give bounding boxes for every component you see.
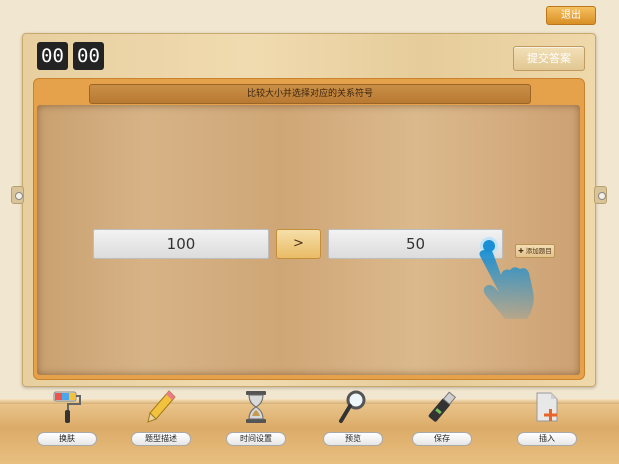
- hourglass-icon: [246, 391, 266, 423]
- submit-answer-button[interactable]: 提交答案: [513, 46, 585, 71]
- tool-skin[interactable]: 换肤: [37, 389, 97, 449]
- tool-skin-label[interactable]: 换肤: [37, 432, 97, 446]
- question-title: 比较大小并选择对应的关系符号: [89, 84, 531, 104]
- tool-save-label[interactable]: 保存: [412, 432, 472, 446]
- tool-time-settings[interactable]: 时间设置: [226, 389, 286, 449]
- magnifier-icon: [339, 390, 366, 423]
- usb-drive-icon: [428, 391, 457, 422]
- tool-preview[interactable]: 预览: [323, 389, 383, 449]
- tool-time-settings-label[interactable]: 时间设置: [226, 432, 286, 446]
- right-knob-icon: [594, 186, 607, 204]
- tool-save[interactable]: 保存: [412, 389, 472, 449]
- tool-insert[interactable]: 插入: [517, 389, 577, 449]
- paint-roller-icon: [53, 391, 81, 423]
- pencil-icon: [147, 390, 176, 423]
- left-knob-icon: [11, 186, 24, 204]
- left-number-box: 100: [93, 229, 269, 259]
- pointing-hand-icon: [479, 249, 534, 319]
- insert-file-icon: [536, 392, 558, 422]
- tool-type-description-label[interactable]: 题型描述: [131, 432, 191, 446]
- timer-minutes: 00: [37, 42, 68, 70]
- tool-preview-label[interactable]: 预览: [323, 432, 383, 446]
- operator-button[interactable]: >: [276, 229, 321, 259]
- tool-type-description[interactable]: 题型描述: [131, 389, 191, 449]
- tool-insert-label[interactable]: 插入: [517, 432, 577, 446]
- exit-button[interactable]: 退出: [546, 6, 596, 25]
- timer-seconds: 00: [73, 42, 104, 70]
